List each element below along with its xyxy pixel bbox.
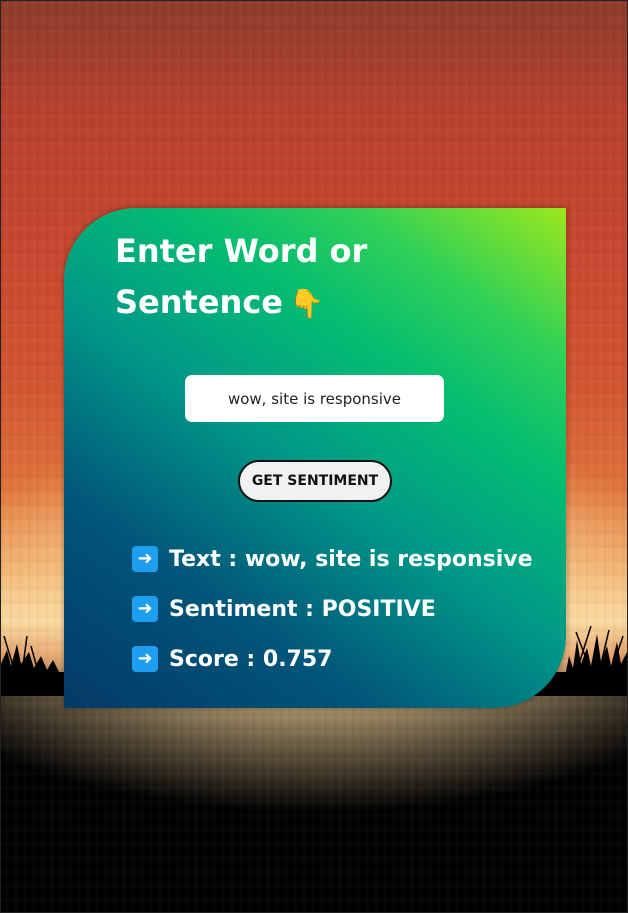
result-text: Text : wow, site is responsive — [169, 546, 533, 572]
result-score-row: ➜ Score : 0.757 — [132, 646, 533, 672]
pointing-down-hand-icon: 👇 — [288, 287, 324, 320]
right-arrow-icon: ➜ — [132, 546, 158, 572]
result-text-row: ➜ Text : wow, site is responsive — [132, 546, 533, 572]
result-sentiment: Sentiment : POSITIVE — [169, 596, 436, 622]
results-list: ➜ Text : wow, site is responsive ➜ Senti… — [132, 546, 533, 696]
page: Enter Word or Sentence👇 GET SENTIMENT ➜ … — [0, 0, 628, 913]
result-score: Score : 0.757 — [169, 646, 333, 672]
right-arrow-icon: ➜ — [132, 646, 158, 672]
card-title: Enter Word or Sentence 👇 — [115, 226, 435, 329]
result-sentiment-row: ➜ Sentiment : POSITIVE — [132, 596, 533, 622]
title-line-2: Sentence — [115, 283, 283, 321]
right-arrow-icon: ➜ — [132, 596, 158, 622]
title-line-1: Enter Word or — [115, 232, 368, 270]
sentence-input[interactable] — [185, 375, 444, 422]
sentiment-card: Enter Word or Sentence👇 GET SENTIMENT ➜ … — [64, 208, 566, 708]
get-sentiment-button[interactable]: GET SENTIMENT — [238, 460, 392, 502]
